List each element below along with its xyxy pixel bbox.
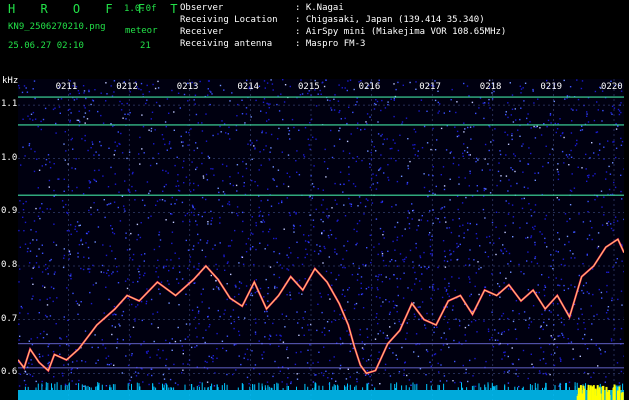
observation-datetime: 25.06.27 02:10 <box>8 41 84 51</box>
info-value: : Maspro FM-3 <box>295 39 366 49</box>
x-tick-label: 0219 <box>540 82 563 92</box>
x-tick-label: 0220 <box>601 82 623 92</box>
app-version: 1.0.0f <box>124 4 157 14</box>
info-observer: Observer : K.Nagai <box>180 3 344 13</box>
app-brand: H R O F F T <box>8 2 187 16</box>
y-tick-label: 1.1 <box>1 99 18 110</box>
x-tick-label: 0212 <box>116 82 138 92</box>
info-value: : AirSpy mini (Miakejima VOR 108.65MHz) <box>295 27 507 37</box>
meteor-count: 21 <box>140 41 151 51</box>
meteor-label: meteor <box>125 26 158 36</box>
y-tick-label: 0.9 <box>1 206 18 217</box>
spectrogram-plot <box>18 79 624 400</box>
file-name: KN9_2506270210.png <box>8 22 106 32</box>
x-tick-label: 0215 <box>298 82 320 92</box>
header-panel: H R O F F T 1.0.0f KN9_2506270210.png me… <box>0 0 629 72</box>
x-tick-label: 0217 <box>419 82 441 92</box>
info-label: Observer <box>180 3 224 13</box>
x-tick-label: 0211 <box>55 82 78 92</box>
info-value: : K.Nagai <box>295 3 344 13</box>
plot-background <box>18 79 624 400</box>
x-tick-label: 0213 <box>176 82 199 92</box>
y-tick-label: 0.7 <box>1 313 18 324</box>
x-tick-label: 0218 <box>479 82 502 92</box>
x-tick-label: 0214 <box>237 82 260 92</box>
x-tick-label: 0216 <box>358 82 381 92</box>
info-receiver: Receiver : AirSpy mini (Miakejima VOR 108… <box>180 27 506 37</box>
info-location: Receiving Location : Chigasaki, Japan (13… <box>180 15 485 25</box>
info-label: Receiver <box>180 27 224 37</box>
y-tick-label: 0.6 <box>1 367 18 378</box>
y-tick-label: 1.0 <box>1 152 18 163</box>
info-antenna: Receiving antenna : Maspro FM-3 <box>180 39 365 49</box>
y-axis-label: kHz <box>2 76 19 86</box>
info-label: Receiving Location <box>180 15 278 25</box>
info-value: : Chigasaki, Japan (139.414 35.340) <box>295 15 485 25</box>
y-tick-label: 0.8 <box>1 260 18 270</box>
info-label: Receiving antenna <box>180 39 273 49</box>
